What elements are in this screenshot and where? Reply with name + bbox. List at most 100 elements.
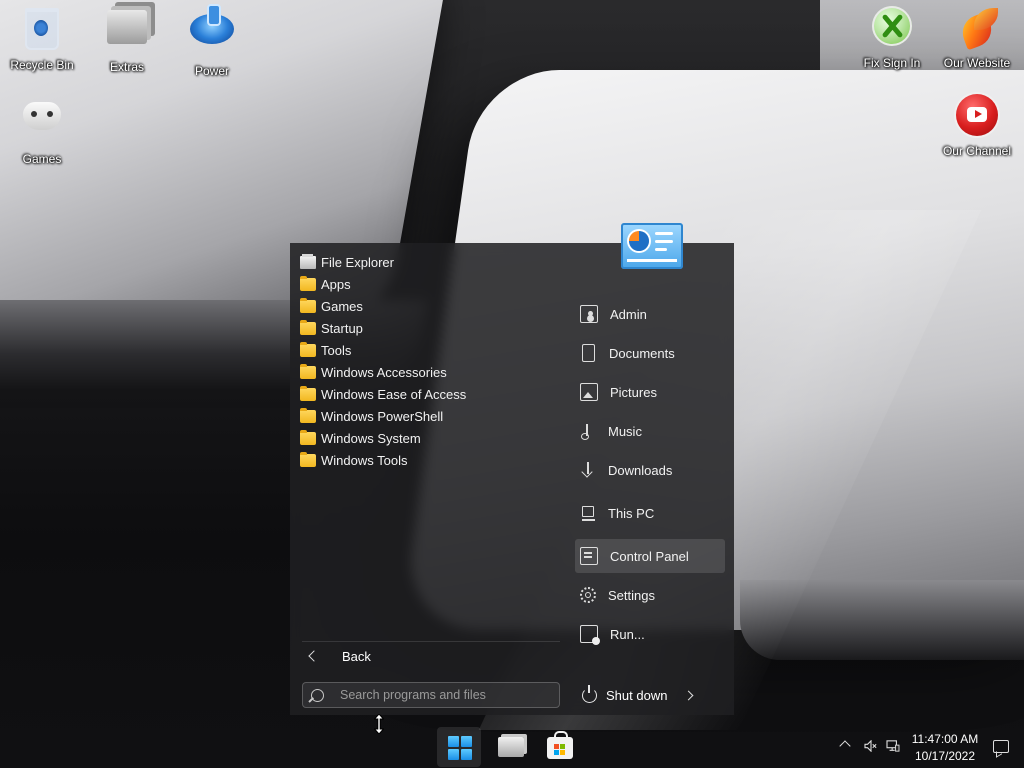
program-label: Startup (321, 320, 363, 336)
run-icon (580, 625, 600, 645)
place-label: Downloads (608, 462, 673, 478)
network-icon[interactable] (886, 740, 900, 752)
desktop-icon-label: Our Website (943, 56, 1011, 70)
search-box[interactable] (302, 682, 560, 708)
download-icon (580, 462, 596, 478)
store-icon (547, 731, 573, 759)
clock-date: 10/17/2022 (914, 749, 976, 763)
place-item-run[interactable]: Run... (575, 617, 725, 651)
program-label: Tools (321, 342, 352, 358)
program-label: Windows PowerShell (321, 408, 444, 424)
gear-icon (580, 587, 596, 603)
program-item-tools[interactable]: Tools (290, 339, 560, 361)
place-label: Admin (610, 306, 647, 322)
program-label: Windows Ease of Access (321, 386, 467, 402)
back-label: Back (342, 648, 371, 664)
program-label: Windows System (321, 430, 421, 446)
desktop-icon-games[interactable]: Games (2, 88, 82, 166)
desktop-icon-label: Extras (109, 60, 144, 74)
desktop-icon-label: Fix Sign In (863, 56, 921, 70)
folder-icon (300, 297, 316, 313)
power-icon (582, 684, 597, 703)
desktop-icon-label: Our Channel (942, 144, 1012, 158)
search-icon (311, 688, 324, 702)
program-item-windows-system[interactable]: Windows System (290, 427, 560, 449)
place-item-downloads[interactable]: Downloads (575, 453, 725, 487)
desktop-icon-our-website[interactable]: Our Website (937, 0, 1017, 70)
start-button[interactable] (437, 727, 481, 767)
taskbar-file-explorer-button[interactable] (488, 727, 532, 767)
user-picture-tile[interactable] (621, 223, 683, 269)
place-item-control-panel[interactable]: Control Panel (575, 539, 725, 573)
taskbar-store-button[interactable] (537, 727, 581, 767)
program-item-windows-tools[interactable]: Windows Tools (290, 449, 560, 471)
xbox-icon (872, 6, 912, 46)
control-panel-icon (580, 547, 598, 565)
desktop-icon-fix-sign-in[interactable]: Fix Sign In (852, 0, 932, 70)
start-menu: File Explorer Apps Games Startup Tools W… (290, 223, 734, 715)
program-item-windows-ease-of-access[interactable]: Windows Ease of Access (290, 383, 560, 405)
search-input[interactable] (338, 687, 542, 703)
place-label: Pictures (610, 384, 657, 400)
volume-muted-icon[interactable] (864, 740, 878, 752)
place-item-pictures[interactable]: Pictures (575, 375, 725, 409)
folder-icon (300, 319, 316, 335)
place-label: Control Panel (610, 548, 689, 564)
program-label: Windows Tools (321, 452, 408, 468)
program-list: File Explorer Apps Games Startup Tools W… (290, 251, 560, 471)
game-controller-icon (23, 102, 61, 130)
program-item-windows-accessories[interactable]: Windows Accessories (290, 361, 560, 383)
chevron-left-icon (308, 650, 320, 662)
user-folder-icon (580, 305, 598, 323)
desktop-icon-extras[interactable]: Extras (87, 0, 167, 74)
place-item-documents[interactable]: Documents (575, 336, 725, 370)
divider (302, 641, 560, 642)
desktop-icon-label: Recycle Bin (10, 58, 74, 72)
document-icon (582, 344, 595, 362)
windows-logo-icon (448, 736, 472, 760)
place-label: Music (608, 423, 642, 439)
folder-icon (300, 341, 316, 357)
program-item-startup[interactable]: Startup (290, 317, 560, 339)
program-item-apps[interactable]: Apps (290, 273, 560, 295)
folder-icon (300, 275, 316, 291)
notification-icon[interactable] (993, 740, 1009, 753)
desktop-icon-power[interactable]: Power (172, 0, 252, 78)
shutdown-button[interactable]: Shut down (580, 681, 720, 709)
music-icon (580, 423, 596, 440)
taskbar-clock[interactable]: 11:47:00 AM 10/17/2022 (905, 731, 985, 765)
chevron-right-icon[interactable] (683, 690, 694, 700)
computer-icon (580, 505, 596, 521)
clock-time: 11:47:00 AM (911, 732, 979, 746)
place-item-admin[interactable]: Admin (575, 297, 725, 331)
youtube-icon (956, 94, 998, 136)
folder-icon (300, 407, 316, 423)
desktop-icon-label: Power (194, 64, 229, 78)
desktop-icon-label: Games (22, 152, 62, 166)
folder-icon (300, 363, 316, 379)
pie-chart-icon (629, 231, 649, 251)
program-item-games[interactable]: Games (290, 295, 560, 317)
phoenix-icon (954, 6, 1000, 50)
power-orb-icon (190, 4, 234, 44)
place-label: Documents (609, 345, 675, 361)
file-explorer-icon (300, 253, 316, 269)
shutdown-label: Shut down (606, 687, 668, 703)
program-item-windows-powershell[interactable]: Windows PowerShell (290, 405, 560, 427)
program-item-file-explorer[interactable]: File Explorer (290, 251, 560, 273)
place-item-settings[interactable]: Settings (575, 578, 725, 612)
folder-stack-icon (107, 10, 147, 44)
program-label: Games (321, 298, 363, 314)
program-label: File Explorer (321, 254, 394, 270)
file-explorer-icon (498, 737, 524, 757)
folder-icon (300, 451, 316, 467)
recycle-bin-icon (25, 8, 59, 50)
desktop-icon-our-channel[interactable]: Our Channel (937, 88, 1017, 158)
program-label: Windows Accessories (321, 364, 447, 380)
folder-icon (300, 429, 316, 445)
desktop-icon-recycle-bin[interactable]: Recycle Bin (2, 0, 82, 72)
back-button[interactable]: Back (300, 645, 560, 667)
place-item-this-pc[interactable]: This PC (575, 496, 725, 530)
place-item-music[interactable]: Music (575, 414, 725, 448)
place-label: Run... (610, 626, 645, 642)
